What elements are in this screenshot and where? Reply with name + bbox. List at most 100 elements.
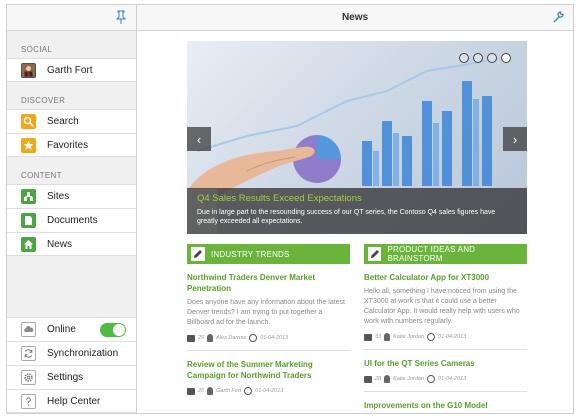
sidebar-item-documents[interactable]: Documents bbox=[7, 208, 136, 232]
sidebar-item-label: Help Center bbox=[47, 395, 101, 407]
comments-icon bbox=[364, 375, 372, 383]
comment-count: 29 bbox=[198, 335, 205, 341]
sidebar-item-search[interactable]: Search bbox=[7, 109, 136, 133]
section-label-content: CONTENT bbox=[21, 171, 62, 180]
hero-title[interactable]: Q4 Sales Results Exceed Expectations bbox=[197, 193, 517, 204]
news-article[interactable]: Improvements on the G10 Model bbox=[364, 392, 527, 411]
sidebar-item-label: Settings bbox=[47, 372, 84, 383]
column-title: PRODUCT IDEAS AND BRAINSTORM bbox=[387, 245, 476, 263]
carousel-dot[interactable] bbox=[473, 53, 483, 63]
article-excerpt: Does anyone have any information about t… bbox=[187, 299, 345, 326]
sidebar-item-news[interactable]: News bbox=[7, 232, 136, 256]
sidebar-item-label: Synchronization bbox=[47, 348, 119, 359]
column-header: PRODUCT IDEAS AND BRAINSTORM bbox=[364, 244, 527, 264]
news-article[interactable]: Review of the Summer Marketing Campaign … bbox=[187, 351, 350, 395]
clock-icon bbox=[249, 334, 258, 342]
sidebar-item-label: Favorites bbox=[47, 139, 89, 151]
news-column-product-ideas: PRODUCT IDEAS AND BRAINSTORM Better Calc… bbox=[364, 244, 527, 411]
article-title[interactable]: Review of the Summer Marketing Campaign … bbox=[187, 359, 350, 381]
news-article[interactable]: UI for the QT Series Cameras 28 Katie Jo… bbox=[364, 350, 527, 392]
column-header: INDUSTRY TRENDS bbox=[187, 244, 350, 264]
article-excerpt: Hello all, something I have noticed from… bbox=[364, 288, 520, 325]
news-article[interactable]: Northwind Traders Denver Market Penetrat… bbox=[187, 264, 350, 351]
pin-icon[interactable] bbox=[116, 10, 126, 24]
article-title[interactable]: Northwind Traders Denver Market Penetrat… bbox=[187, 272, 350, 294]
avatar bbox=[21, 62, 36, 78]
person-icon bbox=[384, 333, 391, 341]
app-window: SOCIAL Garth Fort DISCOVER Search Favori… bbox=[6, 4, 574, 414]
sidebar-item-settings[interactable]: Settings bbox=[7, 365, 136, 389]
comments-icon bbox=[187, 387, 195, 395]
hero-carousel[interactable]: ‹ › Q4 Sales Results Exceed Expectations… bbox=[187, 41, 527, 234]
comments-icon bbox=[364, 333, 372, 341]
wrench-icon[interactable] bbox=[551, 10, 565, 24]
help-icon bbox=[21, 393, 36, 409]
gear-icon bbox=[21, 370, 36, 385]
star-icon bbox=[21, 137, 36, 153]
sidebar-item-label: Garth Fort bbox=[47, 64, 93, 76]
document-icon bbox=[21, 213, 36, 228]
carousel-dot[interactable] bbox=[487, 53, 497, 63]
news-article[interactable]: Better Calculator App for XT3000 Hello a… bbox=[364, 264, 527, 350]
article-title[interactable]: UI for the QT Series Cameras bbox=[364, 358, 527, 369]
section-label-discover: DISCOVER bbox=[21, 96, 66, 105]
main-panel: News ‹ › Q4 Sales Results Exceed Expecta… bbox=[137, 5, 573, 413]
article-date: 01-04-2013 bbox=[438, 334, 467, 340]
sync-icon bbox=[21, 346, 36, 361]
carousel-pagination bbox=[459, 53, 511, 63]
person-icon bbox=[207, 334, 214, 342]
article-meta: 29 Alex Darrow 01-04-2013 bbox=[187, 334, 350, 342]
news-column-industry-trends: INDUSTRY TRENDS Northwind Traders Denver… bbox=[187, 244, 350, 395]
carousel-dot-active[interactable] bbox=[501, 53, 511, 63]
article-author: Garth Fort bbox=[216, 388, 242, 394]
carousel-prev-button[interactable]: ‹ bbox=[187, 127, 211, 151]
article-title[interactable]: Improvements on the G10 Model bbox=[364, 400, 527, 411]
article-author: Katie Jordan bbox=[393, 376, 425, 382]
column-title: INDUSTRY TRENDS bbox=[211, 249, 290, 259]
article-meta: 33 Katie Jordan 01-04-2013 bbox=[364, 333, 527, 341]
cloud-icon bbox=[21, 322, 36, 337]
comment-count: 28 bbox=[375, 376, 382, 382]
article-title[interactable]: Better Calculator App for XT3000 bbox=[364, 272, 527, 283]
clock-icon bbox=[244, 387, 253, 395]
article-meta: 28 Katie Jordan 01-04-2013 bbox=[364, 375, 527, 383]
sidebar-item-label: Documents bbox=[47, 215, 98, 226]
sidebar-item-label: Sites bbox=[47, 191, 70, 202]
sidebar-item-label: Search bbox=[47, 116, 79, 127]
hero-text: Due in large part to the resounding succ… bbox=[197, 209, 496, 225]
clock-icon bbox=[427, 333, 436, 341]
person-icon bbox=[384, 375, 391, 383]
comment-count: 26 bbox=[198, 388, 205, 394]
chevron-left-icon: ‹ bbox=[196, 131, 202, 147]
sidebar-item-help-center[interactable]: Help Center bbox=[7, 389, 136, 413]
sidebar: SOCIAL Garth Fort DISCOVER Search Favori… bbox=[7, 5, 137, 413]
article-author: Katie Jordan bbox=[393, 334, 425, 340]
carousel-next-button[interactable]: › bbox=[503, 127, 527, 151]
article-date: 01-04-2013 bbox=[438, 376, 467, 382]
online-toggle[interactable] bbox=[100, 322, 126, 337]
sidebar-item-profile[interactable]: Garth Fort bbox=[7, 58, 136, 82]
hero-caption: Q4 Sales Results Exceed Expectations Due… bbox=[187, 188, 527, 234]
article-author: Alex Darrow bbox=[216, 335, 247, 341]
article-meta: 26 Garth Fort 01-04-2013 bbox=[187, 387, 350, 395]
section-label-social: SOCIAL bbox=[21, 45, 53, 54]
clock-icon bbox=[427, 375, 436, 383]
sidebar-item-sites[interactable]: Sites bbox=[7, 184, 136, 208]
main-header: News bbox=[137, 5, 573, 31]
page-title: News bbox=[341, 12, 369, 23]
home-icon bbox=[21, 236, 36, 252]
carousel-dot[interactable] bbox=[459, 53, 469, 63]
person-icon bbox=[207, 387, 214, 395]
sidebar-item-label: News bbox=[47, 238, 73, 250]
sidebar-item-favorites[interactable]: Favorites bbox=[7, 133, 136, 157]
comments-icon bbox=[187, 334, 195, 342]
search-icon bbox=[21, 114, 36, 129]
pencil-icon bbox=[368, 247, 382, 261]
sidebar-bottom-menu: Online Synchronization Settings Help Cen… bbox=[7, 317, 136, 413]
sidebar-item-synchronization[interactable]: Synchronization bbox=[7, 341, 136, 365]
sidebar-header bbox=[7, 5, 136, 31]
sidebar-item-label: Online bbox=[47, 324, 76, 335]
sites-icon bbox=[21, 189, 36, 204]
sidebar-item-online: Online bbox=[7, 317, 136, 341]
article-date: 01-04-2013 bbox=[255, 388, 284, 394]
